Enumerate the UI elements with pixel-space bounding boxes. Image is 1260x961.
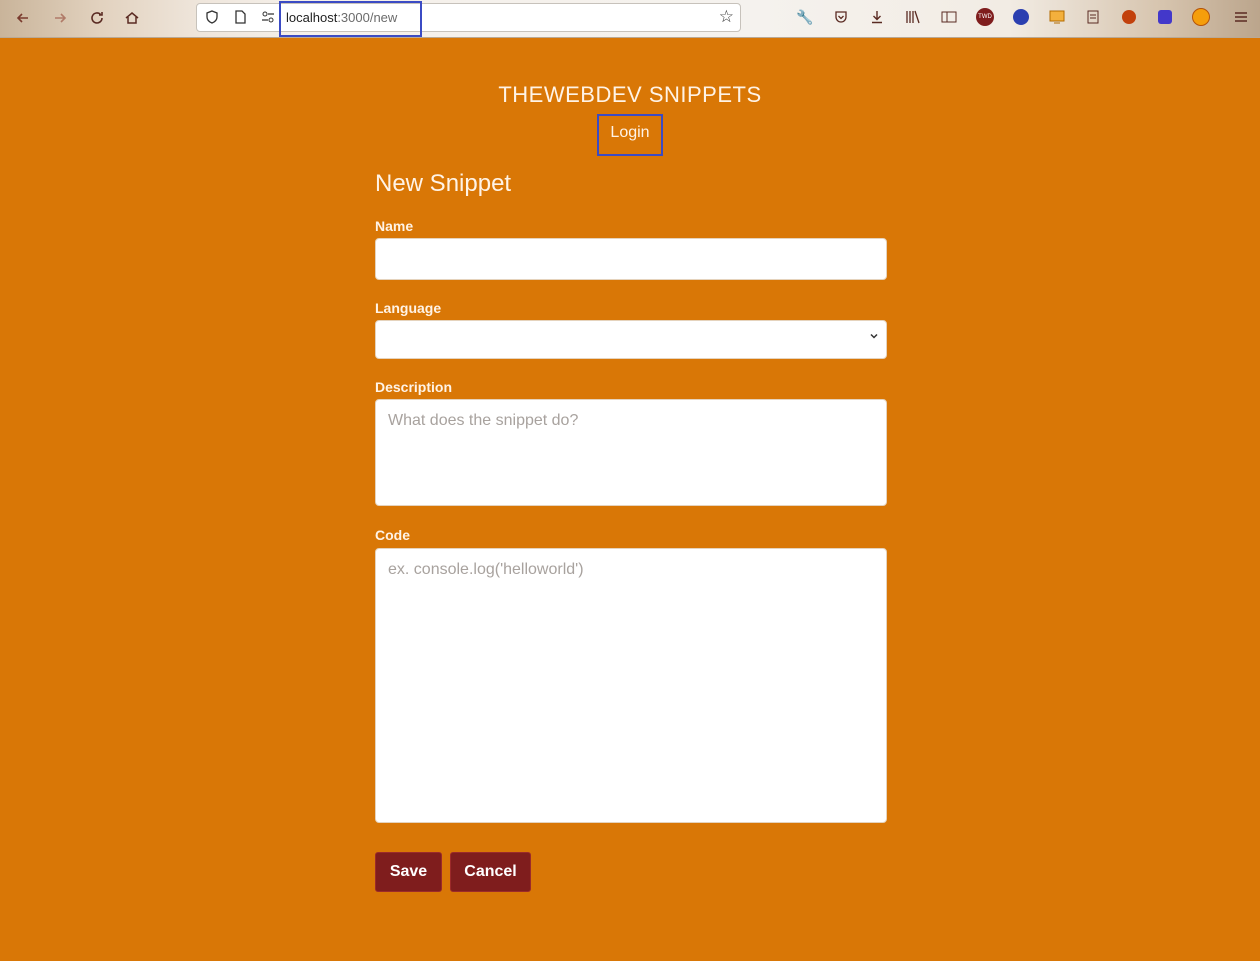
language-select[interactable]: [375, 320, 887, 359]
permissions-icon[interactable]: [259, 8, 277, 26]
notes-icon[interactable]: [1082, 6, 1104, 28]
arrow-right-icon[interactable]: [47, 5, 73, 31]
reader-icon[interactable]: [938, 6, 960, 28]
url-bar[interactable]: localhost:3000/new ☆: [196, 1, 741, 37]
extension-icon[interactable]: [1154, 6, 1176, 28]
menu-icon[interactable]: [1230, 6, 1252, 28]
name-input[interactable]: [375, 238, 887, 280]
browser-toolbar: localhost:3000/new ☆ 🔧 TWD: [0, 0, 1260, 38]
paw-icon[interactable]: [1118, 6, 1140, 28]
screenshot-icon[interactable]: [1046, 6, 1068, 28]
wrench-icon[interactable]: 🔧: [794, 6, 816, 28]
site-title: THEWEBDEV SNIPPETS: [498, 82, 762, 107]
library-icon[interactable]: [902, 6, 924, 28]
globe-icon[interactable]: [1010, 6, 1032, 28]
description-textarea[interactable]: [375, 399, 887, 506]
star-icon[interactable]: ☆: [719, 7, 734, 27]
reload-icon[interactable]: [84, 5, 110, 31]
save-button[interactable]: Save: [375, 852, 442, 892]
arrow-left-icon[interactable]: [10, 5, 36, 31]
description-label: Description: [375, 379, 453, 395]
url-text[interactable]: localhost:3000/new: [286, 10, 397, 25]
home-icon[interactable]: [119, 5, 145, 31]
download-icon[interactable]: [866, 6, 888, 28]
pocket-icon[interactable]: [830, 6, 852, 28]
fox-icon[interactable]: [1190, 6, 1212, 28]
twd-icon[interactable]: TWD: [974, 6, 996, 28]
cancel-button[interactable]: Cancel: [450, 852, 531, 892]
url-path: :3000/new: [337, 10, 398, 25]
language-select-wrapper: [375, 320, 887, 359]
code-textarea[interactable]: [375, 548, 887, 823]
page-title: New Snippet: [375, 170, 512, 197]
url-host: localhost: [286, 10, 338, 25]
shield-icon[interactable]: [203, 8, 221, 26]
language-label: Language: [375, 300, 442, 316]
login-link[interactable]: Login: [597, 114, 663, 156]
code-label: Code: [375, 527, 410, 543]
name-label: Name: [375, 218, 414, 234]
page-icon[interactable]: [231, 8, 249, 26]
